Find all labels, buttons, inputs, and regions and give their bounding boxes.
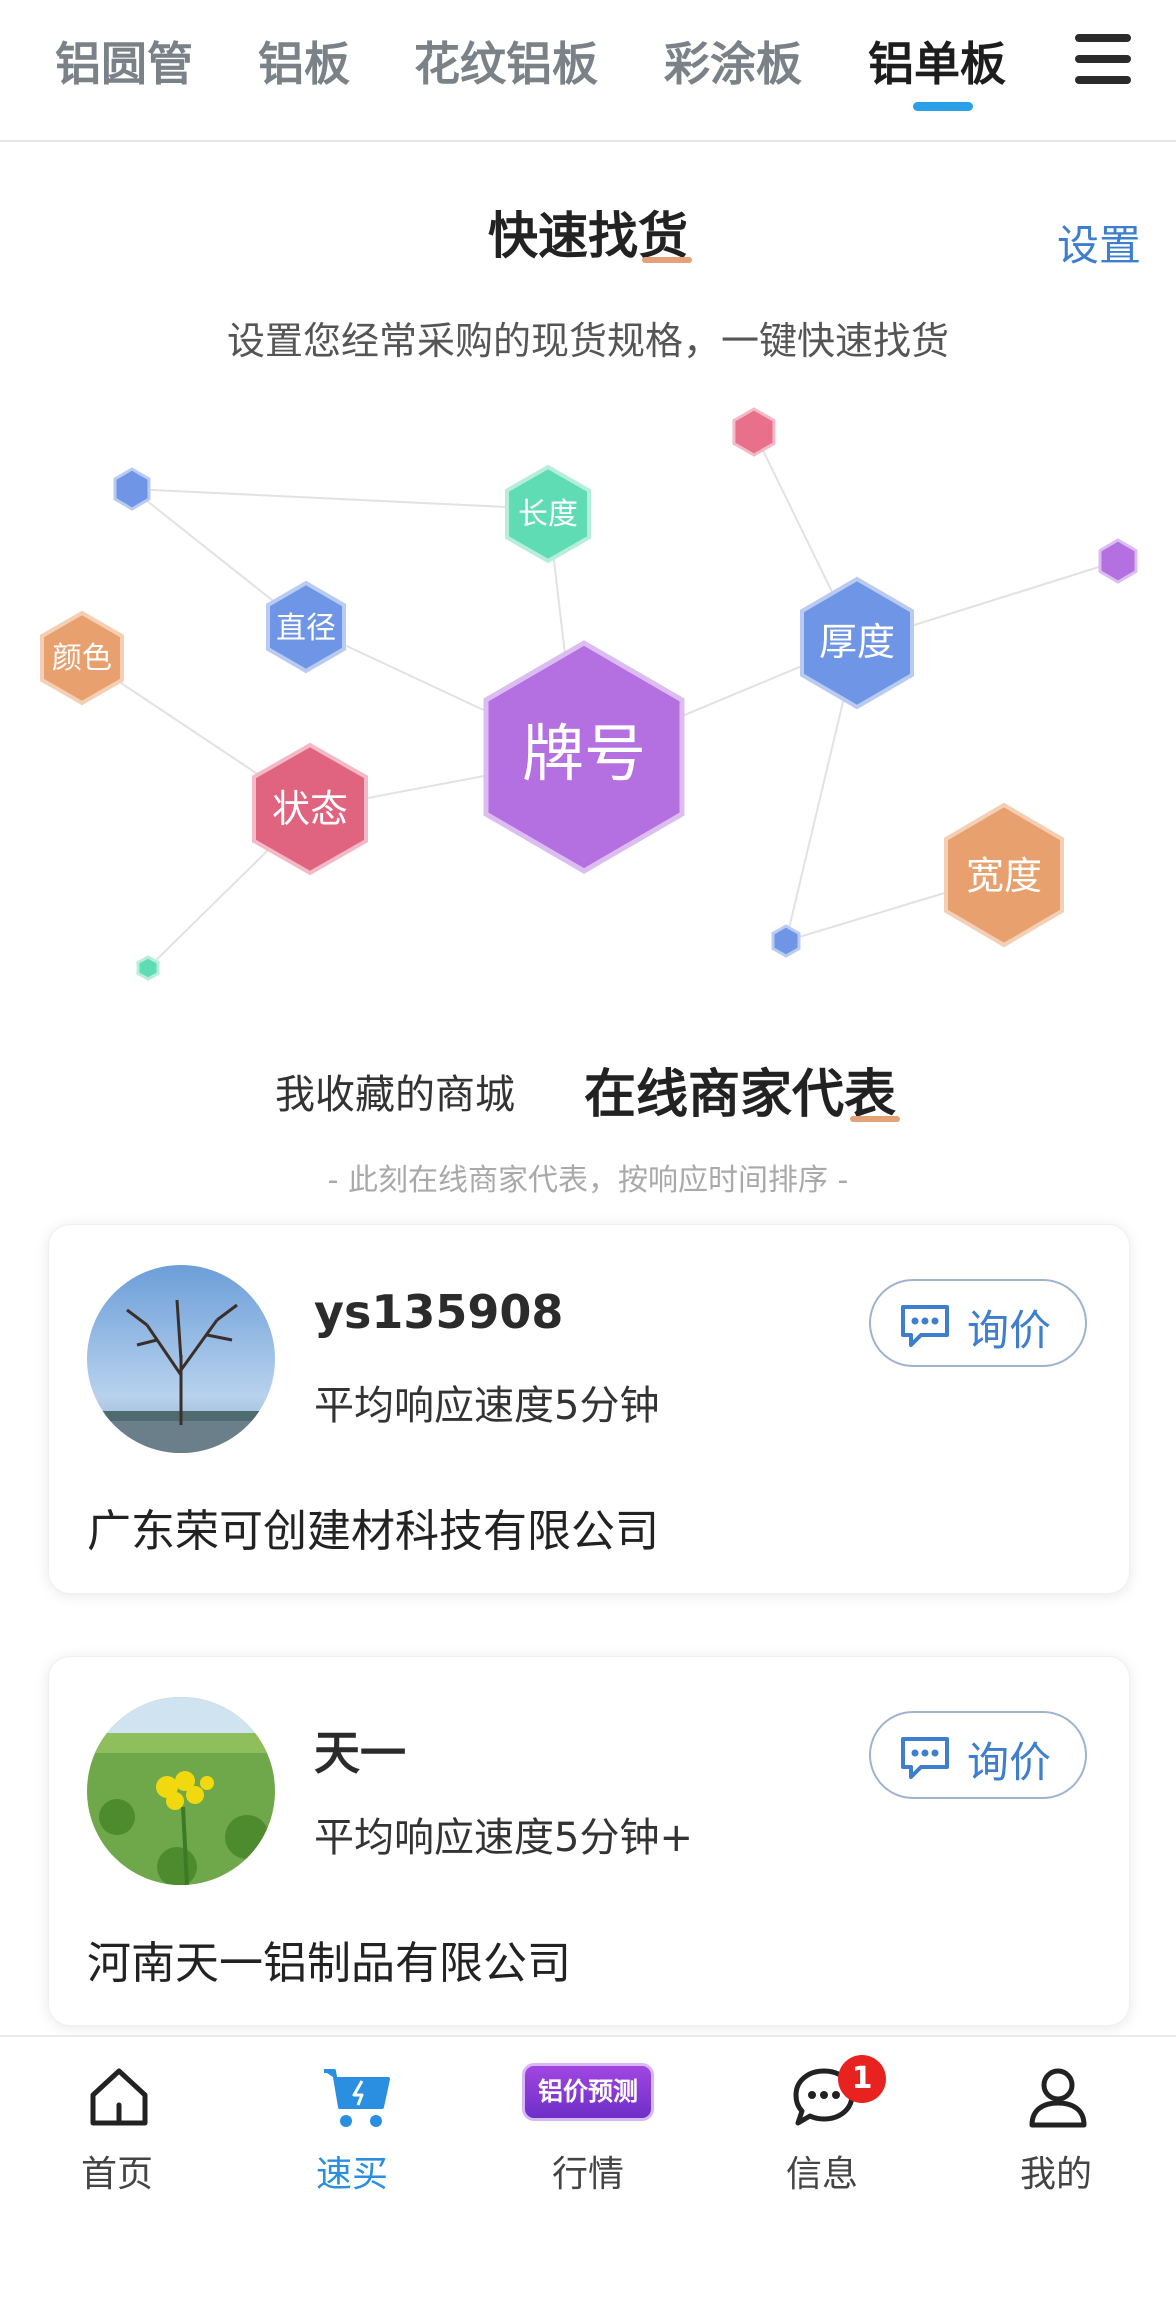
inquire-button[interactable]: 询价	[869, 1711, 1087, 1799]
nav-item-messages[interactable]: 1 信息	[742, 2055, 902, 2215]
home-icon	[90, 2068, 148, 2126]
merchant-name: 天一	[314, 1726, 406, 1780]
company-name: 河南天一铝制品有限公司	[87, 1938, 571, 1989]
section-underline-decoration	[850, 1116, 900, 1122]
quick-find-subtitle: 设置您经常采购的现货规格，一键快速找货	[226, 319, 949, 363]
inquire-label: 询价	[967, 1306, 1052, 1355]
decor-node	[136, 955, 160, 981]
decor-node	[771, 924, 801, 958]
top-tab-bar: 铝圆管 铝板 花纹铝板 彩涂板 铝单板	[0, 0, 1176, 142]
spec-node-color: 颜色	[40, 610, 124, 706]
merchant-name: ys135908	[314, 1285, 564, 1339]
spec-label-grade: 牌号	[522, 717, 646, 790]
settings-link[interactable]: 设置	[1057, 212, 1141, 273]
tab-aluminum-round-tube[interactable]: 铝圆管	[55, 28, 193, 94]
nav-label-profile: 我的	[1019, 2154, 1092, 2195]
chat-bubble-icon	[901, 1305, 949, 1347]
menu-icon[interactable]	[1075, 34, 1131, 84]
spec-node-diameter: 直径	[266, 580, 346, 674]
title-underline-decoration	[642, 257, 692, 263]
bottom-nav-bar: 首页 速买 铝价预测 行情 1 信息 我的	[0, 2035, 1176, 2303]
nav-item-profile[interactable]: 我的	[976, 2055, 1136, 2215]
spec-label-thickness: 厚度	[819, 620, 895, 664]
tab-online-merchants[interactable]: 在线商家代表	[584, 1052, 896, 1127]
spec-label-temper: 状态	[272, 787, 348, 831]
nav-label-market: 行情	[551, 2154, 624, 2195]
nav-item-quick-buy[interactable]: 速买	[272, 2055, 432, 2215]
spec-node-thickness: 厚度	[800, 576, 914, 710]
nav-label-home: 首页	[80, 2154, 153, 2195]
response-speed: 平均响应速度5分钟	[314, 1383, 660, 1429]
spec-node-length: 长度	[505, 464, 591, 564]
decor-node	[1098, 538, 1138, 584]
unread-badge: 1	[838, 2055, 886, 2103]
spec-label-diameter: 直径	[276, 611, 336, 646]
nav-label-quick-buy: 速买	[315, 2154, 388, 2195]
cart-icon	[324, 2069, 390, 2127]
inquire-button[interactable]: 询价	[869, 1279, 1087, 1367]
avatar[interactable]	[87, 1265, 275, 1453]
nav-label-messages: 信息	[785, 2154, 858, 2195]
spec-label-width: 宽度	[966, 854, 1042, 898]
nav-item-market[interactable]: 铝价预测 行情	[508, 2055, 668, 2215]
spec-label-length: 长度	[518, 497, 578, 532]
spec-node-grade: 牌号	[483, 640, 685, 874]
merchant-card[interactable]: ys135908 平均响应速度5分钟 广东荣可创建材科技有限公司 询价	[48, 1224, 1130, 1594]
tab-color-coated-plate[interactable]: 彩涂板	[664, 28, 802, 94]
spec-node-width: 宽度	[944, 802, 1064, 948]
tab-aluminum-plate[interactable]: 铝板	[258, 28, 350, 94]
merchants-subtitle: - 此刻在线商家代表，按响应时间排序 -	[327, 1163, 849, 1198]
company-name: 广东荣可创建材科技有限公司	[87, 1506, 659, 1557]
decor-node	[732, 407, 776, 457]
spec-network-graph: 牌号 厚度 状态 宽度 直径 长度 颜色	[40, 407, 1138, 981]
spec-node-temper: 状态	[252, 742, 368, 876]
active-tab-indicator	[913, 102, 973, 111]
avatar[interactable]	[87, 1697, 275, 1885]
nav-item-home[interactable]: 首页	[37, 2055, 197, 2215]
tab-patterned-aluminum-plate[interactable]: 花纹铝板	[414, 28, 598, 94]
merchant-card[interactable]: 天一 平均响应速度5分钟+ 河南天一铝制品有限公司 询价	[48, 1656, 1130, 2026]
spec-label-color: 颜色	[52, 641, 112, 676]
tab-aluminum-single-plate[interactable]: 铝单板	[868, 28, 1006, 94]
response-speed: 平均响应速度5分钟+	[314, 1815, 693, 1861]
price-prediction-badge: 铝价预测	[522, 2063, 654, 2121]
tab-favorite-malls[interactable]: 我收藏的商城	[275, 1062, 515, 1120]
quick-find-title: 快速找货	[488, 207, 688, 265]
decor-node	[113, 467, 151, 511]
inquire-label: 询价	[967, 1738, 1052, 1787]
chat-bubble-icon	[901, 1737, 949, 1779]
user-icon	[1029, 2068, 1087, 2128]
